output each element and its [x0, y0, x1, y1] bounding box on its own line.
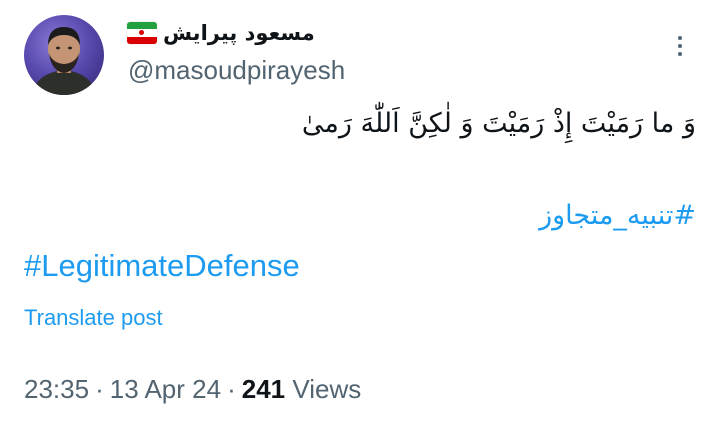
author-name-row[interactable]: مسعود پیرایش	[127, 21, 315, 45]
separator: ·	[95, 374, 104, 404]
avatar[interactable]	[24, 15, 104, 95]
tweet-meta: 23:35 · 13 Apr 24 · 241 Views	[24, 374, 361, 405]
views-label: Views	[292, 374, 362, 404]
author-display-name[interactable]: مسعود پیرایش	[163, 21, 315, 45]
translate-post-link[interactable]: Translate post	[24, 305, 163, 331]
author-handle[interactable]: @masoudpirayesh	[128, 55, 345, 86]
hashtag-link[interactable]: #LegitimateDefense	[24, 248, 300, 284]
iran-flag-icon	[127, 22, 157, 44]
avatar-photo	[32, 27, 96, 95]
more-options-button[interactable]	[664, 28, 696, 64]
post-time[interactable]: 23:35	[24, 374, 89, 404]
views-count: 241	[241, 374, 286, 404]
post-date[interactable]: 13 Apr 24	[110, 374, 221, 404]
more-vertical-icon	[678, 36, 682, 40]
tweet-text: وَ ما رَمَیْتَ إِذْ رَمَیْتَ وَ لٰکِنَّ …	[301, 108, 696, 139]
hashtag-link[interactable]: #تنبیه_متجاوز	[539, 200, 696, 231]
separator: ·	[227, 374, 236, 404]
